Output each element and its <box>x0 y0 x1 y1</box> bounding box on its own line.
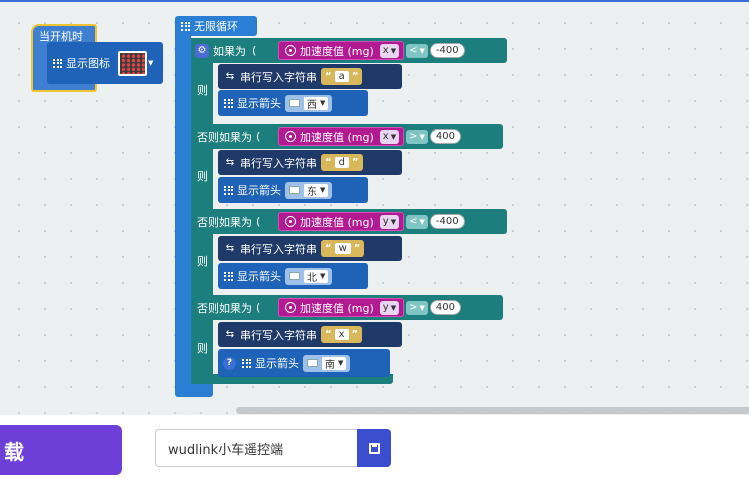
save-icon <box>368 442 380 454</box>
threshold-value[interactable]: 400 <box>429 129 461 144</box>
accelerometer-icon <box>285 45 296 56</box>
image-icon <box>307 359 318 367</box>
then-gutter: 则 <box>191 234 213 288</box>
image-icon <box>289 272 300 280</box>
string-input[interactable]: “d” <box>321 154 363 171</box>
else-if-label: 否则如果为 <box>197 301 252 315</box>
show-arrow-label: 显示箭头 <box>237 97 281 110</box>
arrow-dropdown[interactable]: 北 ▼ <box>285 267 333 285</box>
help-icon[interactable]: ? <box>223 356 236 370</box>
operator-dropdown[interactable]: < ▼ <box>406 214 428 229</box>
axis-dropdown[interactable]: y ▼ <box>379 214 400 229</box>
operator-dropdown[interactable]: < ▼ <box>406 43 428 58</box>
usb-icon: ⇆ <box>225 329 235 340</box>
usb-icon: ⇆ <box>225 157 235 168</box>
led-grid-icon <box>224 185 233 195</box>
show-arrow-label: 显示箭头 <box>237 270 281 283</box>
then-label: 则 <box>197 170 208 183</box>
serial-label: 串行写入字符串 <box>240 156 317 170</box>
show-arrow-block[interactable]: 显示箭头 北 ▼ <box>218 263 368 289</box>
accelerometer-icon <box>285 302 296 313</box>
axis-dropdown[interactable]: x ▼ <box>379 129 400 144</box>
accel-condition[interactable]: 加速度值 (mg) y ▼ < ▼ -400 <box>278 211 506 232</box>
accel-label: 加速度值 (mg) <box>300 130 374 144</box>
arrow-dropdown[interactable]: 西 ▼ <box>285 94 333 112</box>
then-gutter: 则 <box>191 320 213 376</box>
save-button[interactable] <box>357 429 391 467</box>
image-icon <box>289 99 300 107</box>
show-arrow-block[interactable]: ? 显示箭头 南 ▼ <box>218 349 390 377</box>
project-name-input[interactable] <box>155 429 357 467</box>
threshold-value[interactable]: -400 <box>429 214 465 229</box>
bottom-toolbar: 载 <box>0 415 749 478</box>
accel-label: 加速度值 (mg) <box>300 301 374 315</box>
show-arrow-label: 显示箭头 <box>237 184 281 197</box>
show-arrow-block[interactable]: 显示箭头 西 ▼ <box>218 90 368 116</box>
led-grid-icon <box>181 21 190 31</box>
accel-condition[interactable]: 加速度值 (mg) x ▼ < ▼ -400 <box>278 40 506 61</box>
operator-dropdown[interactable]: > ▼ <box>406 129 428 144</box>
accel-condition[interactable]: 加速度值 (mg) x ▼ > ▼ 400 <box>278 126 502 147</box>
serial-write-block[interactable]: ⇆ 串行写入字符串 “x” <box>218 322 402 347</box>
then-label: 则 <box>197 255 208 268</box>
serial-label: 串行写入字符串 <box>240 242 317 256</box>
show-icon-block[interactable]: 显示图标 ▼ <box>47 42 163 84</box>
string-input[interactable]: “x” <box>321 326 363 343</box>
if-label: 如果为 <box>213 44 246 58</box>
led-matrix-dropdown[interactable] <box>118 50 147 76</box>
axis-dropdown[interactable]: x ▼ <box>379 43 400 58</box>
threshold-value[interactable]: -400 <box>429 43 465 58</box>
else-if-label: 否则如果为 <box>197 215 252 229</box>
download-button[interactable]: 载 <box>0 425 122 475</box>
else-if-label: 否则如果为 <box>197 130 252 144</box>
blocks-workspace[interactable]: 当开机时 显示图标 ▼ 无限循环 ⚙ 如果为 ( 则 否则如果为 ( 则 否则如… <box>0 0 749 415</box>
accelerometer-icon <box>285 216 296 227</box>
show-arrow-block[interactable]: 显示箭头 东 ▼ <box>218 177 368 203</box>
string-input[interactable]: “a” <box>321 68 363 85</box>
serial-write-block[interactable]: ⇆ 串行写入字符串 “a” <box>218 64 402 89</box>
serial-label: 串行写入字符串 <box>240 328 317 342</box>
show-icon-label: 显示图标 <box>66 57 110 70</box>
then-label: 则 <box>197 83 208 97</box>
serial-write-block[interactable]: ⇆ 串行写入字符串 “w” <box>218 236 402 261</box>
gear-icon[interactable]: ⚙ <box>195 43 209 58</box>
forever-frame <box>175 32 191 396</box>
usb-icon: ⇆ <box>225 71 235 82</box>
horizontal-scrollbar[interactable] <box>236 407 749 414</box>
serial-label: 串行写入字符串 <box>240 70 317 84</box>
download-label: 载 <box>4 439 24 464</box>
serial-write-block[interactable]: ⇆ 串行写入字符串 “d” <box>218 150 402 175</box>
forever-label: 无限循环 <box>194 20 238 33</box>
led-grid-icon <box>53 58 62 68</box>
forever-footer <box>175 384 213 397</box>
chevron-down-icon: ▼ <box>148 59 154 67</box>
accel-condition[interactable]: 加速度值 (mg) y ▼ > ▼ 400 <box>278 297 502 318</box>
accel-label: 加速度值 (mg) <box>300 215 374 229</box>
axis-dropdown[interactable]: y ▼ <box>379 300 400 315</box>
then-label: 则 <box>197 342 208 355</box>
led-grid-icon <box>224 98 233 108</box>
then-gutter: 则 <box>191 149 213 203</box>
led-grid-icon <box>224 271 233 281</box>
accelerometer-icon <box>285 131 296 142</box>
arrow-dropdown[interactable]: 南 ▼ <box>303 354 351 372</box>
show-arrow-label: 显示箭头 <box>255 357 299 370</box>
arrow-dropdown[interactable]: 东 ▼ <box>285 181 333 199</box>
led-grid-icon <box>242 358 251 368</box>
operator-dropdown[interactable]: > ▼ <box>406 300 428 315</box>
image-icon <box>289 186 300 194</box>
then-gutter: 则 <box>191 63 213 116</box>
accel-label: 加速度值 (mg) <box>300 44 374 58</box>
string-input[interactable]: “w” <box>321 240 365 257</box>
threshold-value[interactable]: 400 <box>429 300 461 315</box>
usb-icon: ⇆ <box>225 243 235 254</box>
